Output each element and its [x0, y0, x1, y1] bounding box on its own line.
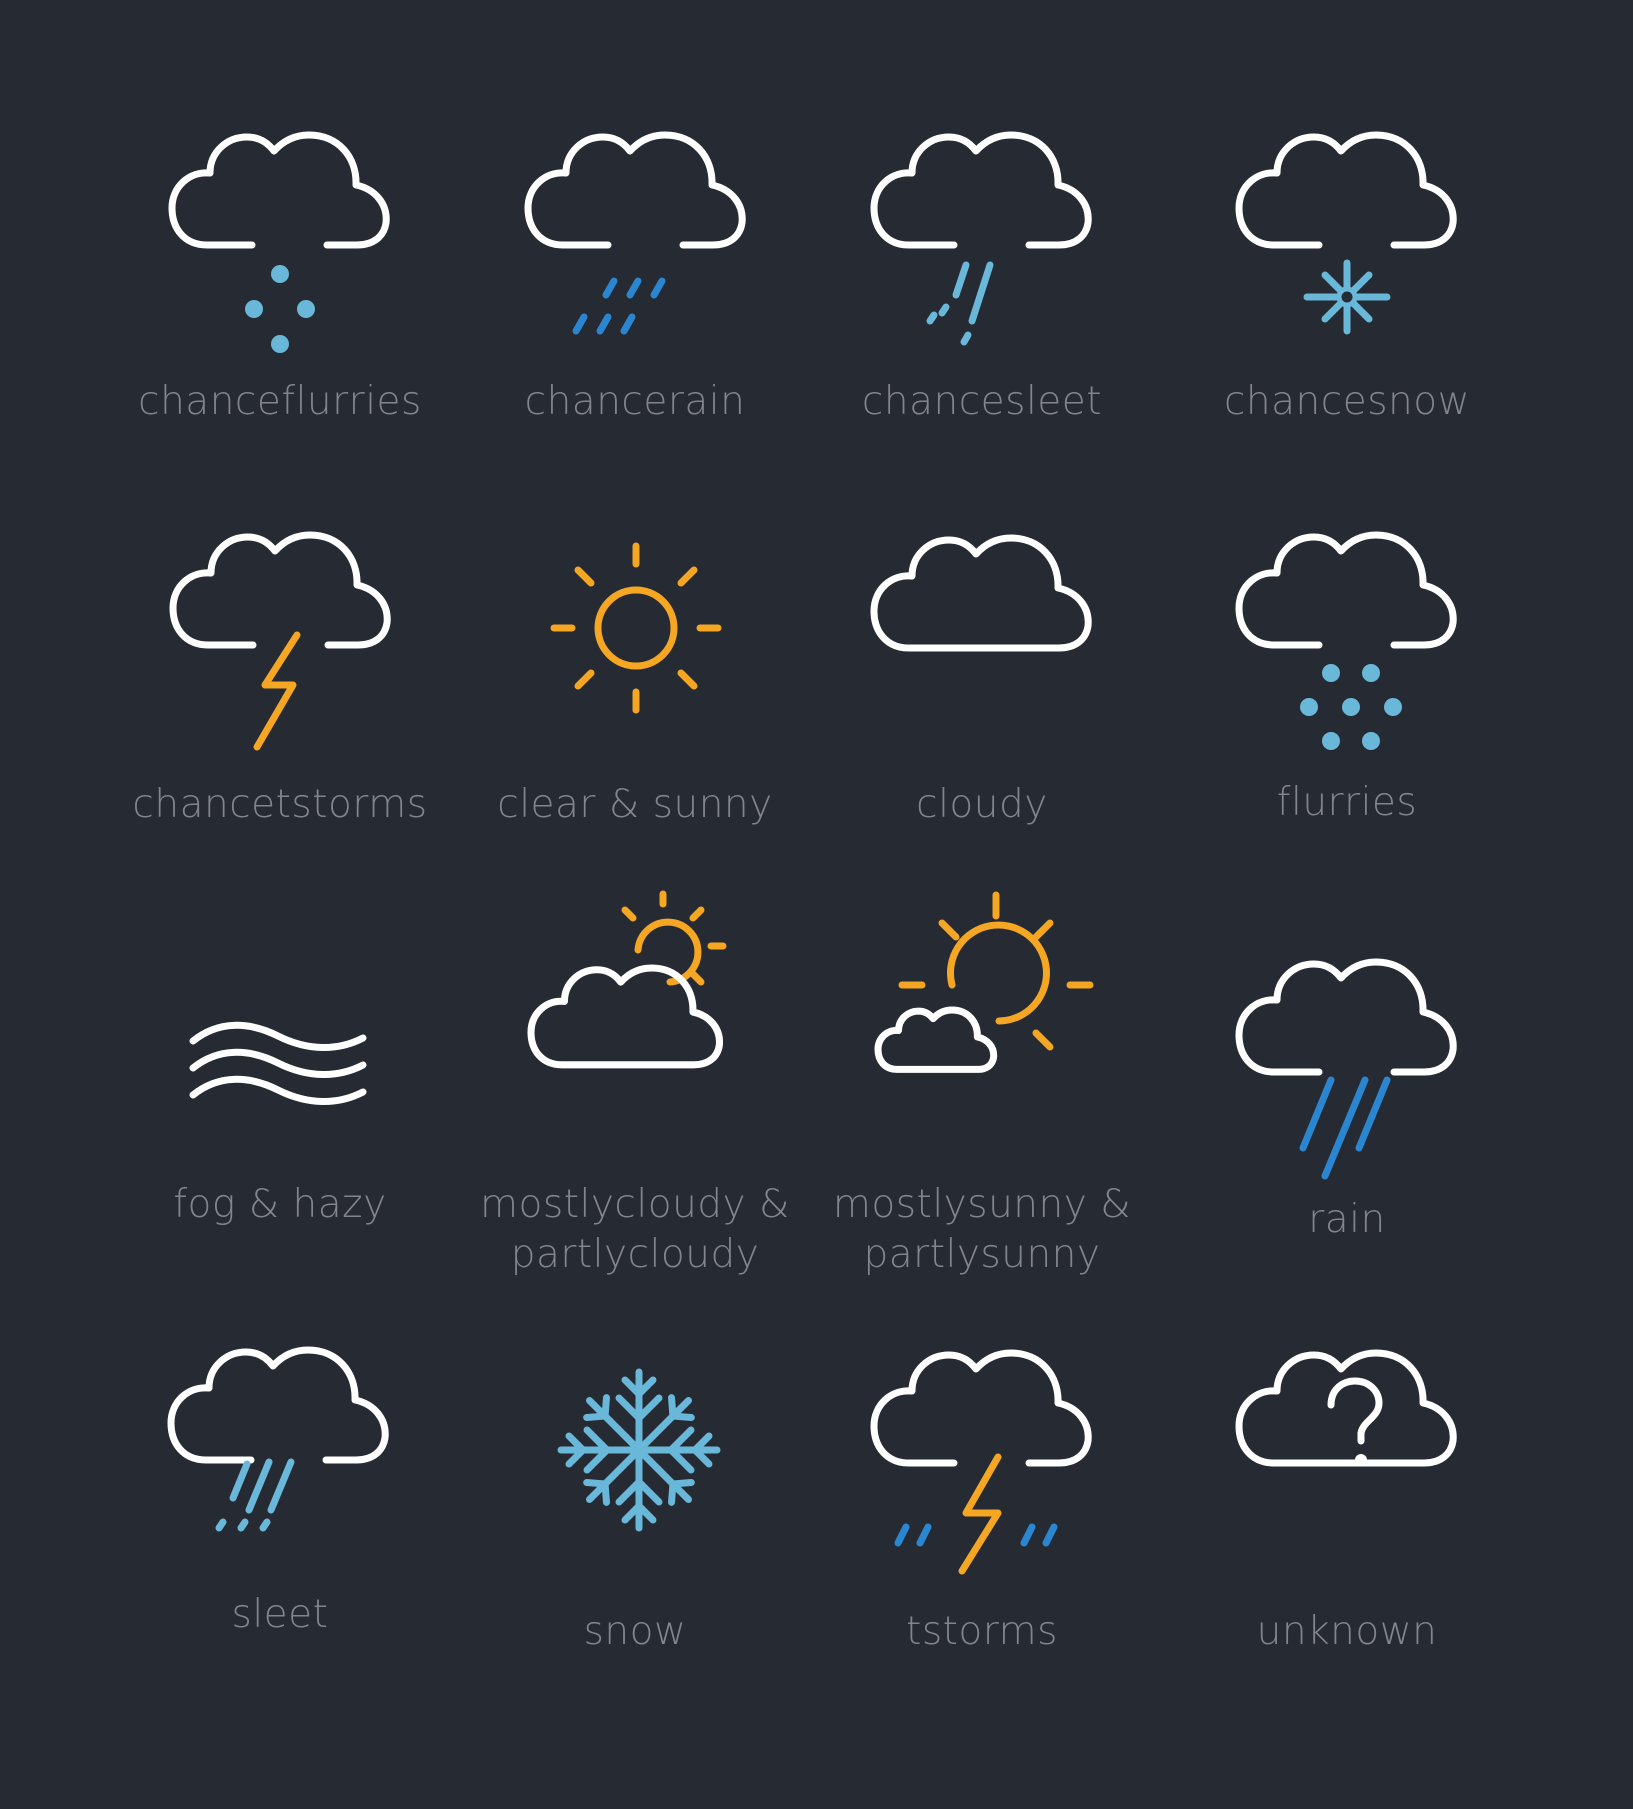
chancerain-icon — [528, 135, 748, 335]
sleet-icon — [171, 1350, 391, 1532]
chanceflurries-icon — [172, 135, 392, 353]
icon-label: sleet — [231, 1592, 329, 1637]
icon-label: clear & sunny — [497, 782, 773, 827]
icon-label: chancerain — [524, 379, 746, 424]
fog-icon — [189, 1021, 367, 1105]
icon-label: chanceflurries — [138, 379, 422, 424]
unknown-cloud-icon — [1239, 1353, 1459, 1493]
icon-label: chancetstorms — [132, 782, 428, 827]
icon-label: chancesnow — [1223, 379, 1470, 424]
icon-label: chancesleet — [861, 379, 1103, 424]
chancesnow-icon — [1239, 135, 1459, 335]
icon-label: tstorms — [906, 1609, 1058, 1654]
icon-label: flurries — [1276, 780, 1418, 825]
weather-icon-sheet: chanceflurries chancerain chancesleet ch… — [0, 0, 1633, 1809]
flurries-icon — [1239, 535, 1459, 750]
chancesleet-icon — [874, 135, 1094, 346]
sun-icon — [550, 542, 722, 714]
icon-label: mostlysunny & partlysunny — [832, 1182, 1132, 1277]
icon-label: cloudy — [916, 782, 1048, 827]
icon-label: rain — [1308, 1197, 1386, 1242]
cloud-icon — [874, 538, 1094, 668]
tstorms-icon — [874, 1353, 1094, 1575]
icon-label: snow — [583, 1609, 687, 1654]
rain-icon — [1239, 962, 1459, 1180]
cloud-sun-icon — [527, 890, 727, 1110]
snowflake-icon — [557, 1368, 721, 1532]
chancetstorms-icon — [173, 535, 393, 751]
icon-label: unknown — [1256, 1609, 1438, 1654]
icon-label: mostlycloudy & partlycloudy — [480, 1182, 790, 1277]
sun-cloud-icon — [874, 891, 1094, 1110]
icon-label: fog & hazy — [173, 1182, 387, 1227]
